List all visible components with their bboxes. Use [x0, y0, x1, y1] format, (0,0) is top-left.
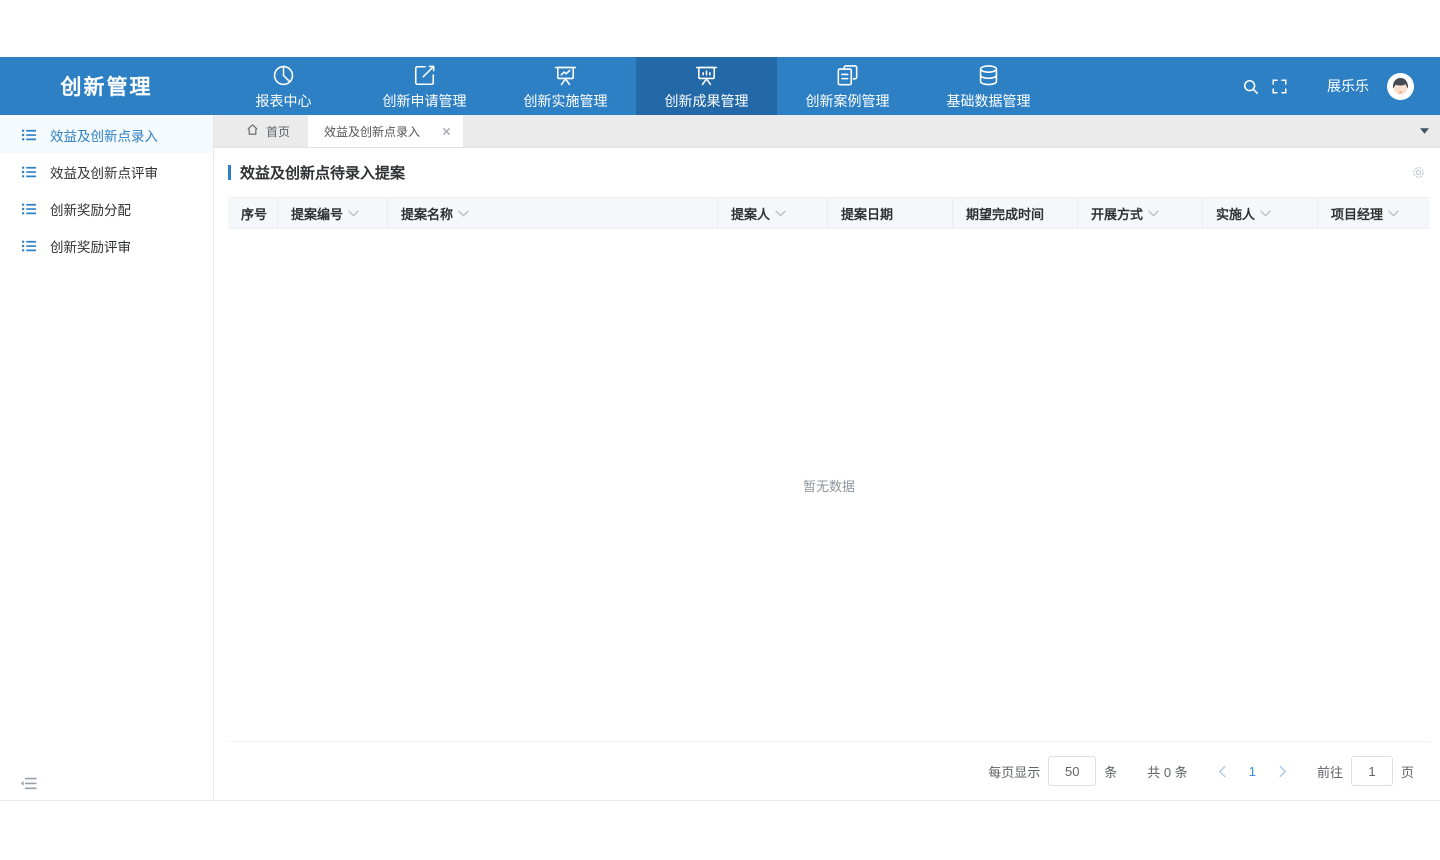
nav-item-label: 基础数据管理	[947, 91, 1031, 111]
nav-item[interactable]: 创新案例管理	[777, 57, 918, 115]
collapse-sidebar-icon[interactable]	[21, 777, 37, 790]
documents-icon	[835, 63, 860, 88]
app-title: 创新管理	[0, 57, 213, 115]
tabbar: 首页 效益及创新点录入	[214, 115, 1440, 148]
app-body: 效益及创新点录入效益及创新点评审创新奖励分配创新奖励评审 首页 效益及创新点录入	[0, 115, 1440, 801]
column-header[interactable]: 开展方式	[1078, 198, 1203, 228]
column-header[interactable]: 项目经理	[1318, 198, 1430, 228]
list-icon	[21, 127, 37, 143]
title-accent-bar	[228, 165, 231, 180]
content-panel: 效益及创新点待录入提案 序号 提案编号 提案名称 提案人 提案日期 期望完成时间 开展方式 实…	[214, 148, 1440, 800]
nav-item[interactable]: 创新实施管理	[495, 57, 636, 115]
column-header[interactable]: 实施人	[1203, 198, 1318, 228]
chevron-down-icon	[1388, 210, 1399, 217]
goto-label: 前往	[1317, 762, 1343, 781]
sidebar-item-label: 效益及创新点录入	[50, 125, 158, 145]
goto-unit: 页	[1401, 762, 1414, 781]
nav-item-label: 创新成果管理	[665, 91, 749, 111]
chevron-down-icon	[775, 210, 786, 217]
search-icon[interactable]	[1242, 78, 1259, 95]
home-icon	[246, 123, 259, 139]
column-header[interactable]: 提案编号	[278, 198, 388, 228]
nav-item-label: 创新案例管理	[806, 91, 890, 111]
sidebar-item-label: 创新奖励评审	[50, 236, 131, 256]
sidebar-item[interactable]: 效益及创新点评审	[0, 153, 213, 190]
edit-icon	[412, 63, 437, 88]
tab-home[interactable]: 首页	[228, 115, 308, 147]
per-page-unit: 条	[1104, 762, 1117, 781]
table-header: 序号 提案编号 提案名称 提案人 提案日期 期望完成时间 开展方式 实施人 项目经理	[228, 197, 1430, 229]
empty-state: 暂无数据	[803, 476, 855, 495]
prev-page-icon[interactable]	[1218, 765, 1227, 778]
main-area: 首页 效益及创新点录入 效益及创新点待录入提案	[214, 115, 1440, 800]
nav-item[interactable]: 创新成果管理	[636, 57, 777, 115]
column-label: 提案人	[731, 204, 770, 223]
tab-home-label: 首页	[266, 123, 290, 140]
list-icon	[21, 238, 37, 254]
fullscreen-icon[interactable]	[1272, 79, 1287, 94]
column-header: 提案日期	[828, 198, 953, 228]
gear-icon[interactable]	[1411, 165, 1430, 180]
chevron-down-icon	[348, 210, 359, 217]
column-label: 项目经理	[1331, 204, 1383, 223]
topbar-right: 展乐乐	[1229, 57, 1440, 115]
content-header: 效益及创新点待录入提案	[228, 148, 1430, 197]
sidebar-item-label: 效益及创新点评审	[50, 162, 158, 182]
nav-item-label: 创新实施管理	[524, 91, 608, 111]
presentation-bar-chart-icon	[694, 63, 719, 88]
pie-chart-icon	[271, 63, 296, 88]
column-header: 期望完成时间	[953, 198, 1078, 228]
tab-active-label: 效益及创新点录入	[324, 123, 420, 140]
nav-item-label: 报表中心	[256, 91, 312, 111]
column-label: 期望完成时间	[966, 204, 1044, 223]
column-label: 提案名称	[401, 204, 453, 223]
nav-item-label: 创新申请管理	[383, 91, 467, 111]
sidebar-menu: 效益及创新点录入效益及创新点评审创新奖励分配创新奖励评审	[0, 115, 213, 264]
list-icon	[21, 201, 37, 217]
presentation-line-chart-icon	[553, 63, 578, 88]
nav-item[interactable]: 报表中心	[213, 57, 354, 115]
chevron-down-icon	[1260, 210, 1271, 217]
total-count: 共 0 条	[1147, 762, 1187, 781]
topnav: 报表中心 创新申请管理 创新实施管理 创新成果管理 创新案例管理 基础数据管理	[213, 57, 1059, 115]
per-page-label: 每页显示	[988, 762, 1040, 781]
chevron-down-icon	[1148, 210, 1159, 217]
tab-list-caret-icon[interactable]	[1420, 115, 1440, 147]
sidebar-item[interactable]: 创新奖励分配	[0, 190, 213, 227]
sidebar-item-label: 创新奖励分配	[50, 199, 131, 219]
avatar[interactable]	[1386, 72, 1415, 101]
table-body: 暂无数据	[228, 229, 1430, 742]
goto-page-input[interactable]	[1351, 756, 1393, 786]
chevron-down-icon	[458, 210, 469, 217]
list-icon	[21, 164, 37, 180]
database-icon	[976, 63, 1001, 88]
column-header[interactable]: 提案名称	[388, 198, 718, 228]
pagination: 每页显示 条 共 0 条 1 前往 页	[228, 742, 1430, 800]
page-title: 效益及创新点待录入提案	[240, 162, 405, 183]
close-icon[interactable]	[442, 127, 451, 136]
sidebar-item[interactable]: 创新奖励评审	[0, 227, 213, 264]
column-label: 序号	[241, 204, 267, 223]
nav-item[interactable]: 创新申请管理	[354, 57, 495, 115]
nav-item[interactable]: 基础数据管理	[918, 57, 1059, 115]
column-label: 提案编号	[291, 204, 343, 223]
page-number[interactable]: 1	[1249, 764, 1256, 779]
sidebar-item[interactable]: 效益及创新点录入	[0, 116, 213, 153]
page: 创新管理 报表中心创新申请管理创新实施管理创新成果管理创新案例管理基础数据管理 …	[0, 0, 1440, 860]
sidebar: 效益及创新点录入效益及创新点评审创新奖励分配创新奖励评审	[0, 115, 214, 800]
column-header[interactable]: 提案人	[718, 198, 828, 228]
column-label: 实施人	[1216, 204, 1255, 223]
top-header: 创新管理 报表中心创新申请管理创新实施管理创新成果管理创新案例管理基础数据管理 …	[0, 57, 1440, 115]
column-header: 序号	[228, 198, 278, 228]
tab-active[interactable]: 效益及创新点录入	[308, 115, 463, 147]
per-page-input[interactable]	[1048, 756, 1096, 786]
user-name[interactable]: 展乐乐	[1327, 76, 1369, 96]
column-label: 提案日期	[841, 204, 893, 223]
next-page-icon[interactable]	[1278, 765, 1287, 778]
column-label: 开展方式	[1091, 204, 1143, 223]
